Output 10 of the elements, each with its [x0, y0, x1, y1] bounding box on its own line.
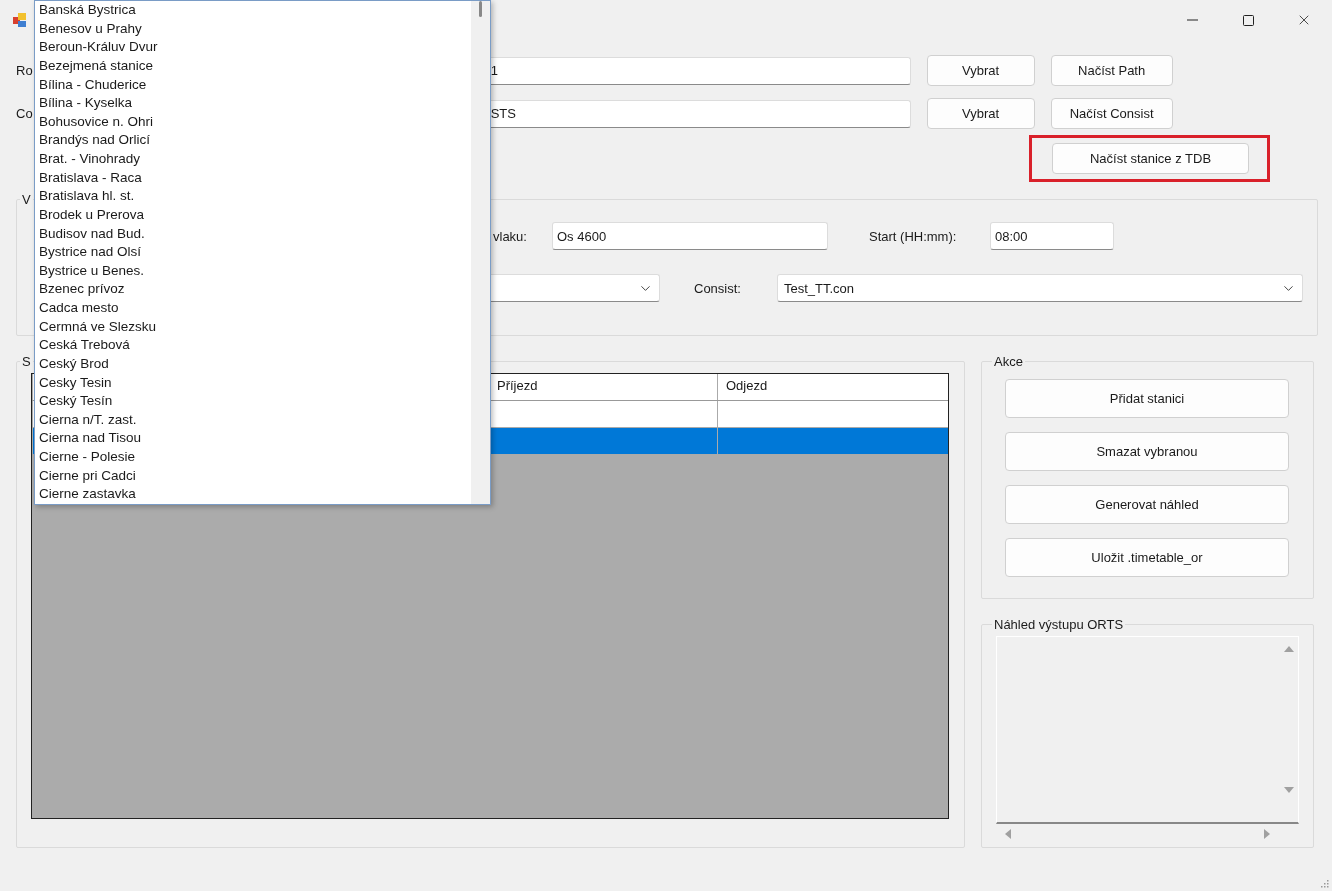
group-title: Akce — [993, 354, 1024, 369]
field-label: vlaku: — [493, 228, 528, 244]
field-label: Start (HH:mm): — [869, 228, 958, 244]
group-title: S — [21, 354, 32, 369]
group-title: V — [21, 192, 32, 207]
field-label: Consist: — [694, 280, 742, 296]
combo-value: Test_TT.con — [784, 280, 855, 296]
group-title: Náhled výstupu ORTS — [993, 617, 1125, 632]
field-label: Ro — [16, 63, 33, 78]
field-label: Co — [16, 106, 33, 121]
